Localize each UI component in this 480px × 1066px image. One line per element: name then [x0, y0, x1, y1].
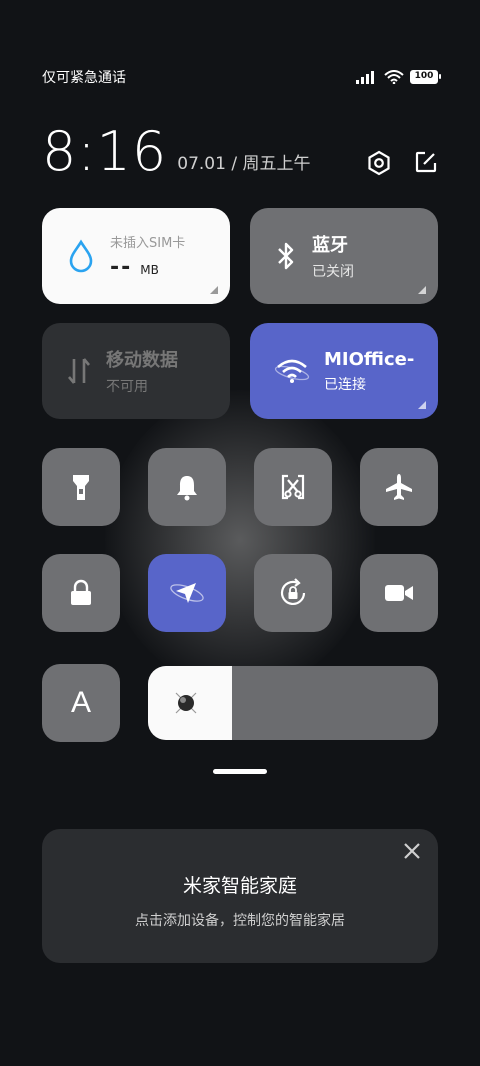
signal-icon [356, 71, 374, 84]
clock: 8:16 [42, 120, 168, 183]
bluetooth-title: 蓝牙 [312, 235, 348, 256]
settings-icon[interactable] [366, 150, 392, 176]
data-usage-title: 未插入SIM卡 [110, 236, 186, 251]
wifi-tile[interactable]: MIOffice- 已连接 [250, 323, 438, 419]
background-glow [105, 390, 375, 690]
water-drop-icon [69, 239, 93, 273]
wifi-icon [274, 359, 310, 383]
status-icons: 100 [356, 70, 441, 84]
wifi-title: MIOffice- [324, 348, 415, 370]
status-bar: 仅可紧急通话 100 [42, 66, 441, 88]
airplane-icon [386, 474, 412, 500]
expand-corner-icon [210, 286, 218, 294]
airplane-mode-toggle[interactable] [360, 448, 438, 526]
flashlight-icon [73, 475, 89, 500]
smart-home-title: 米家智能家庭 [182, 875, 297, 897]
location-arrow-icon [170, 583, 204, 603]
ringer-toggle[interactable] [148, 448, 226, 526]
rotation-lock-icon [280, 578, 306, 605]
data-usage-value: -- [110, 255, 133, 280]
bluetooth-status: 已关闭 [312, 264, 354, 280]
carrier-text: 仅可紧急通话 [42, 70, 126, 86]
date: 07.01 / 周五上午 [177, 154, 311, 174]
brightness-slider[interactable] [148, 666, 438, 740]
video-camera-icon [385, 585, 413, 601]
bluetooth-icon [278, 242, 294, 270]
mobile-data-title: 移动数据 [106, 350, 178, 371]
data-usage-unit: MB [140, 263, 159, 277]
data-usage-tile[interactable]: 未插入SIM卡 -- MB [42, 208, 230, 304]
smart-home-subtitle: 点击添加设备，控制您的智能家居 [135, 913, 345, 929]
smart-home-card[interactable]: 米家智能家庭 点击添加设备，控制您的智能家居 [42, 829, 438, 963]
bluetooth-tile[interactable]: 蓝牙 已关闭 [250, 208, 438, 304]
screenshot-toggle[interactable] [254, 448, 332, 526]
brightness-planet-icon [175, 692, 197, 714]
location-toggle[interactable] [148, 554, 226, 632]
rotation-lock-toggle[interactable] [254, 554, 332, 632]
bell-icon [177, 476, 197, 501]
edit-icon[interactable] [414, 150, 438, 174]
time-row: 8:16 07.01 / 周五上午 [42, 122, 438, 182]
header-actions [366, 150, 438, 176]
flashlight-toggle[interactable] [42, 448, 120, 526]
expand-corner-icon [418, 286, 426, 294]
drag-handle[interactable] [213, 769, 267, 774]
wifi-status: 已连接 [324, 376, 366, 393]
battery-icon: 100 [410, 70, 441, 84]
data-transfer-icon [68, 358, 90, 384]
auto-brightness-label: A [70, 686, 91, 719]
auto-brightness-toggle[interactable]: A [42, 664, 120, 742]
expand-corner-icon [418, 401, 426, 409]
mobile-data-tile[interactable]: 移动数据 不可用 [42, 323, 230, 419]
scissors-icon [281, 474, 305, 500]
close-icon[interactable] [402, 841, 422, 861]
screen-recorder-toggle[interactable] [360, 554, 438, 632]
lock-icon [71, 579, 91, 605]
lock-screen-toggle[interactable] [42, 554, 120, 632]
mobile-data-status: 不可用 [106, 379, 148, 395]
wifi-status-icon [384, 70, 404, 84]
